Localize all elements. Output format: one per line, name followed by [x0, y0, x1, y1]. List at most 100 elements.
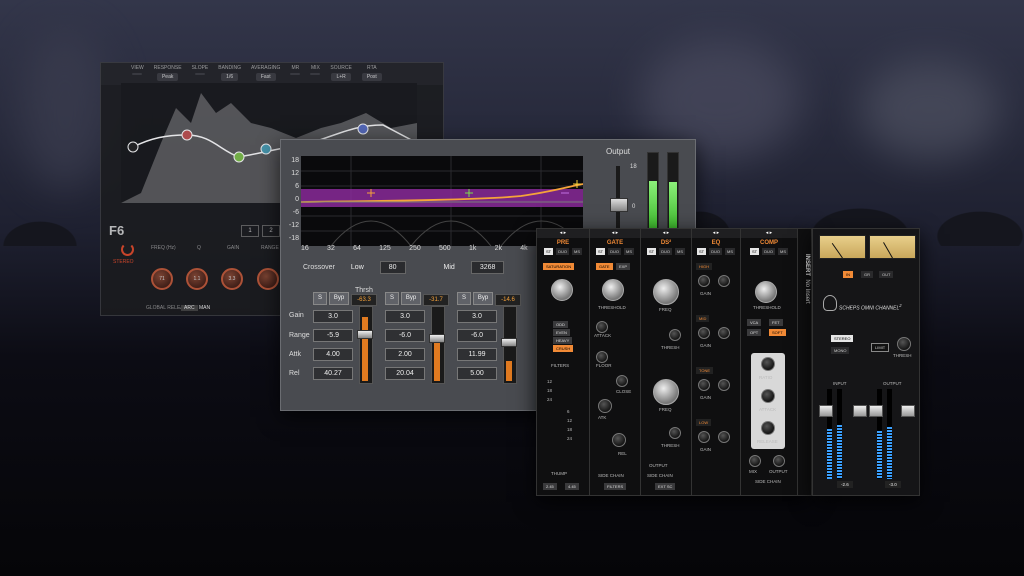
f6-toolbar-value[interactable] [132, 73, 143, 75]
meter-gr-button[interactable]: GR [861, 271, 873, 278]
module-header-icon[interactable]: ◂ ▸ [590, 229, 640, 238]
low-crossover-field[interactable]: 80 [379, 261, 406, 274]
comp-output-knob[interactable] [773, 455, 785, 467]
pre-output-1[interactable]: 2.45 [543, 483, 557, 490]
stereo-mode-st[interactable]: ST [696, 248, 707, 255]
stereo-mode-st[interactable]: ST [595, 248, 606, 255]
stereo-mode-duo[interactable]: DUO [762, 248, 775, 255]
gate-close-knob[interactable] [616, 375, 628, 387]
band-release-field[interactable]: 5.00 [457, 367, 497, 380]
band-solo-button[interactable]: S [313, 292, 327, 305]
threshold-handle[interactable] [501, 338, 517, 347]
opt-button[interactable]: OPT [747, 329, 762, 336]
band-threshold-slider[interactable] [359, 306, 373, 384]
f6-toolbar-value[interactable] [310, 73, 321, 75]
gate-threshold-knob[interactable] [602, 279, 624, 301]
power-icon[interactable] [121, 243, 134, 256]
output-fader[interactable] [610, 198, 628, 212]
stereo-mode-st[interactable]: ST [646, 248, 657, 255]
eq-node-1[interactable] [181, 129, 193, 141]
eq-band-low[interactable]: LOW [696, 419, 712, 426]
stereo-mode-ms[interactable]: MS [675, 248, 685, 255]
module-header-icon[interactable]: ◂ ▸ [741, 229, 797, 238]
f6-toolbar-value[interactable]: L+R [331, 73, 351, 81]
fet-button[interactable]: FET [769, 319, 783, 326]
soft-button[interactable]: SOFT [769, 329, 786, 336]
band-gain-field[interactable]: 3.0 [313, 310, 353, 323]
ds-freq-knob-1[interactable] [653, 279, 679, 305]
band-range-field[interactable]: -5.9 [313, 329, 353, 342]
insert-slot[interactable]: No Insert [804, 279, 810, 303]
eq-freq-knob[interactable] [718, 379, 730, 391]
band-bypass-button[interactable]: Byp [329, 292, 349, 305]
band-threshold-slider[interactable] [431, 306, 445, 384]
saturation-knob[interactable] [551, 279, 573, 301]
gain-knob[interactable]: 3.3 [221, 268, 243, 290]
stereo-button[interactable]: STEREO [831, 335, 854, 342]
exp-button[interactable]: EXP [616, 263, 631, 270]
gate-floor-knob[interactable] [596, 351, 608, 363]
stereo-mode-ms[interactable]: MS [572, 248, 582, 255]
f6-band-1[interactable]: 1 [241, 225, 259, 237]
stereo-mode-ms[interactable]: MS [624, 248, 634, 255]
band-solo-button[interactable]: S [457, 292, 471, 305]
band-threshold-value[interactable]: -14.6 [495, 294, 521, 306]
band-release-field[interactable]: 40.27 [313, 367, 353, 380]
saturation-crush[interactable]: CRUSH [553, 345, 574, 352]
stereo-mode-duo[interactable]: DUO [659, 248, 672, 255]
f6-toolbar-value[interactable] [194, 73, 205, 75]
eq-band-high[interactable]: HIGH [696, 263, 712, 270]
input-value[interactable]: -2.6 [837, 481, 853, 488]
f6-band-2[interactable]: 2 [262, 225, 280, 237]
band-bypass-button[interactable]: Byp [401, 292, 421, 305]
eq-gain-knob[interactable] [698, 431, 710, 443]
band-threshold-value[interactable]: -63.3 [351, 294, 377, 306]
f6-toolbar-value[interactable]: Post [361, 73, 382, 81]
f6-toolbar-value[interactable] [290, 73, 301, 75]
input-fader[interactable] [819, 405, 833, 417]
output-value[interactable]: -3.0 [885, 481, 901, 488]
pre-output-2[interactable]: 4.45 [565, 483, 579, 490]
saturation-heavy[interactable]: HEAVY [553, 337, 573, 344]
module-header-icon[interactable]: ◂ ▸ [692, 229, 740, 238]
stereo-mode-st[interactable]: ST [749, 248, 760, 255]
band-bypass-button[interactable]: Byp [473, 292, 493, 305]
f6-toolbar-value[interactable]: 1/6 [221, 73, 239, 81]
gate-button[interactable]: GATE [596, 263, 613, 270]
module-header-icon[interactable]: ◂ ▸ [641, 229, 691, 238]
ds-thresh-knob-2[interactable] [669, 427, 681, 439]
eq-node-4[interactable] [357, 123, 369, 135]
gate-atk-knob[interactable] [598, 399, 612, 413]
filters-button[interactable]: FILTERS [604, 483, 627, 490]
module-header-icon[interactable]: ◂ ▸ [537, 229, 589, 238]
gate-attack-knob[interactable] [596, 321, 608, 333]
comp-threshold-knob[interactable] [755, 281, 777, 303]
arc-button[interactable]: ARC [181, 305, 198, 311]
comp-attack-knob[interactable] [761, 389, 775, 403]
eq-node-2[interactable] [233, 151, 245, 163]
saturation-even[interactable]: EVEN [553, 329, 570, 336]
stereo-label[interactable]: STEREO [113, 259, 134, 265]
eq-node-3[interactable] [260, 143, 272, 155]
f6-toolbar-value[interactable]: Peak [156, 73, 179, 81]
q-knob[interactable]: 1.1 [186, 268, 208, 290]
stereo-mode-duo[interactable]: DUO [608, 248, 621, 255]
band-release-field[interactable]: 20.04 [385, 367, 425, 380]
comp-ratio-knob[interactable] [761, 357, 775, 371]
eq-gain-knob[interactable] [698, 327, 710, 339]
man-button[interactable]: MAN [199, 305, 210, 311]
meter-in-button[interactable]: IN [843, 271, 853, 278]
ds-thresh-knob-1[interactable] [669, 329, 681, 341]
vca-button[interactable]: VCA [747, 319, 762, 326]
stereo-mode-ms[interactable]: MS [725, 248, 735, 255]
band-range-field[interactable]: -6.0 [385, 329, 425, 342]
f6-toolbar-value[interactable]: Fast [255, 73, 276, 81]
gate-rel-knob[interactable] [612, 433, 626, 447]
meter-out-button[interactable]: OUT [879, 271, 894, 278]
eq-gain-knob[interactable] [698, 379, 710, 391]
band-gain-field[interactable]: 3.0 [457, 310, 497, 323]
output-fader-2[interactable] [901, 405, 915, 417]
limit-thresh-knob[interactable] [897, 337, 911, 351]
limit-button[interactable]: LIMIT [871, 343, 890, 352]
eq-freq-knob[interactable] [718, 431, 730, 443]
